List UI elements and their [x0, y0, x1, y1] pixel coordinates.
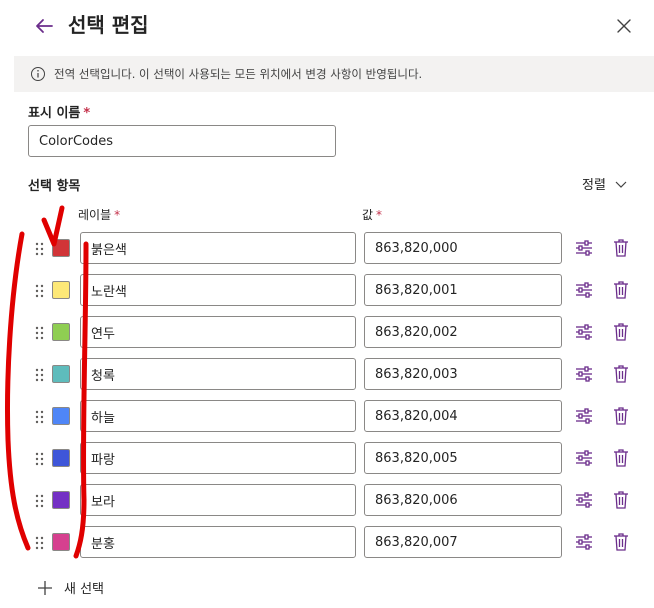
choice-row — [0, 526, 654, 560]
required-mark: * — [114, 208, 121, 222]
choice-label-input[interactable] — [80, 274, 356, 306]
choice-value-input[interactable] — [364, 274, 562, 306]
required-mark: * — [376, 208, 383, 222]
trash-icon[interactable] — [612, 406, 630, 426]
choice-row — [0, 484, 654, 518]
color-swatch[interactable] — [52, 533, 70, 551]
color-swatch[interactable] — [52, 407, 70, 425]
choice-row — [0, 316, 654, 350]
choice-label-input[interactable] — [80, 232, 356, 264]
value-column-header: 값 * — [362, 206, 382, 223]
choice-value-input[interactable] — [364, 400, 562, 432]
trash-icon[interactable] — [612, 532, 630, 552]
settings-sliders-icon[interactable] — [574, 532, 594, 552]
choice-label-input[interactable] — [80, 316, 356, 348]
sort-label: 정렬 — [582, 178, 606, 193]
choice-value-input[interactable] — [364, 484, 562, 516]
trash-icon[interactable] — [612, 364, 630, 384]
display-name-label: 표시 이름 * — [28, 102, 90, 121]
choice-value-input[interactable] — [364, 316, 562, 348]
settings-sliders-icon[interactable] — [574, 364, 594, 384]
color-swatch[interactable] — [52, 239, 70, 257]
banner-text: 전역 선택입니다. 이 선택이 사용되는 모든 위치에서 변경 사항이 반영됩니… — [54, 67, 423, 81]
close-icon[interactable] — [612, 14, 636, 38]
choices-section-label: 선택 항목 — [28, 179, 81, 194]
value-column-text: 값 — [362, 208, 374, 222]
settings-sliders-icon[interactable] — [574, 448, 594, 468]
drag-handle-icon[interactable] — [34, 325, 46, 341]
choice-value-input[interactable] — [364, 232, 562, 264]
choice-value-input[interactable] — [364, 442, 562, 474]
choice-value-input[interactable] — [364, 526, 562, 558]
drag-handle-icon[interactable] — [34, 241, 46, 257]
drag-handle-icon[interactable] — [34, 535, 46, 551]
choice-value-input[interactable] — [364, 358, 562, 390]
trash-icon[interactable] — [612, 490, 630, 510]
sort-button[interactable]: 정렬 — [582, 174, 628, 193]
add-choice-button[interactable]: 새 선택 — [36, 578, 104, 597]
settings-sliders-icon[interactable] — [574, 238, 594, 258]
drag-handle-icon[interactable] — [34, 283, 46, 299]
display-name-label-text: 표시 이름 — [28, 106, 81, 121]
color-swatch[interactable] — [52, 365, 70, 383]
drag-handle-icon[interactable] — [34, 451, 46, 467]
label-column-text: 레이블 — [78, 208, 112, 222]
back-arrow-icon[interactable] — [30, 12, 58, 40]
add-choice-label: 새 선택 — [64, 582, 105, 597]
display-name-input[interactable] — [28, 125, 336, 157]
trash-icon[interactable] — [612, 322, 630, 342]
info-icon — [31, 67, 45, 81]
choice-label-input[interactable] — [80, 526, 356, 558]
color-swatch[interactable] — [52, 323, 70, 341]
plus-icon — [38, 580, 52, 595]
choice-row — [0, 232, 654, 266]
choice-label-input[interactable] — [80, 400, 356, 432]
settings-sliders-icon[interactable] — [574, 490, 594, 510]
color-swatch[interactable] — [52, 281, 70, 299]
info-banner: 전역 선택입니다. 이 선택이 사용되는 모든 위치에서 변경 사항이 반영됩니… — [14, 56, 654, 92]
choice-label-input[interactable] — [80, 358, 356, 390]
color-swatch[interactable] — [52, 491, 70, 509]
trash-icon[interactable] — [612, 448, 630, 468]
color-swatch[interactable] — [52, 449, 70, 467]
drag-handle-icon[interactable] — [34, 367, 46, 383]
trash-icon[interactable] — [612, 280, 630, 300]
trash-icon[interactable] — [612, 238, 630, 258]
choice-row — [0, 400, 654, 434]
settings-sliders-icon[interactable] — [574, 322, 594, 342]
settings-sliders-icon[interactable] — [574, 280, 594, 300]
panel-title: 선택 편집 — [68, 13, 149, 37]
choice-label-input[interactable] — [80, 484, 356, 516]
chevron-down-icon — [615, 181, 627, 188]
label-column-header: 레이블 * — [78, 206, 120, 223]
settings-sliders-icon[interactable] — [574, 406, 594, 426]
choice-row — [0, 358, 654, 392]
choice-row — [0, 274, 654, 308]
choice-row — [0, 442, 654, 476]
required-mark: * — [83, 106, 91, 121]
choice-label-input[interactable] — [80, 442, 356, 474]
drag-handle-icon[interactable] — [34, 493, 46, 509]
drag-handle-icon[interactable] — [34, 409, 46, 425]
